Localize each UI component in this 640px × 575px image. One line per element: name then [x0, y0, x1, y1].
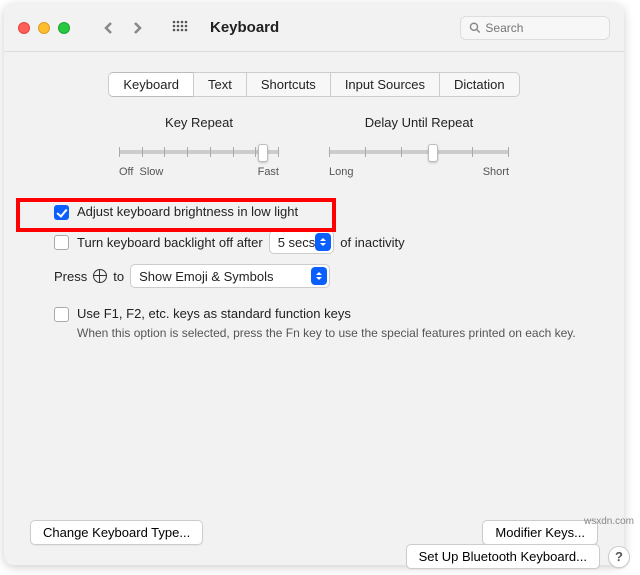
change-keyboard-type-button[interactable]: Change Keyboard Type... [30, 520, 203, 545]
tab-shortcuts[interactable]: Shortcuts [246, 72, 331, 97]
bluetooth-keyboard-button[interactable]: Set Up Bluetooth Keyboard... [406, 544, 600, 569]
tab-text[interactable]: Text [193, 72, 247, 97]
delay-group: Delay Until Repeat Long Short [329, 115, 509, 178]
show-all-icon[interactable] [170, 18, 190, 38]
press-label: Press [54, 269, 87, 284]
help-button[interactable]: ? [608, 546, 630, 568]
preferences-window: Keyboard Keyboard Text Shortcuts Input S… [4, 4, 624, 565]
titlebar: Keyboard [4, 4, 624, 52]
adjust-brightness-checkbox[interactable] [54, 205, 69, 220]
delay-short-label: Short [483, 166, 509, 178]
press-globe-row: Press to Show Emoji & Symbols [24, 264, 604, 288]
sliders-row: Key Repeat Off Slow Fast Delay Until Rep… [24, 115, 604, 178]
bottom-toolbar: Set Up Bluetooth Keyboard... ? [406, 544, 630, 569]
tab-dictation[interactable]: Dictation [439, 72, 520, 97]
adjust-brightness-row: Adjust keyboard brightness in low light [54, 204, 594, 220]
search-input[interactable] [485, 21, 601, 35]
search-icon [469, 21, 480, 34]
tab-input-sources[interactable]: Input Sources [330, 72, 440, 97]
back-button[interactable] [96, 15, 122, 41]
select-arrows-icon [315, 233, 331, 251]
window-title: Keyboard [210, 19, 279, 36]
to-label: to [113, 269, 124, 284]
fn-keys-description: When this option is selected, press the … [77, 325, 576, 342]
globe-action-select[interactable]: Show Emoji & Symbols [130, 264, 330, 288]
backlight-duration-select[interactable]: 5 secs [269, 230, 335, 254]
backlight-off-suffix: of inactivity [340, 235, 404, 250]
zoom-icon[interactable] [58, 22, 70, 34]
options-section: Adjust keyboard brightness in low light … [24, 204, 604, 264]
minimize-icon[interactable] [38, 22, 50, 34]
fn-keys-checkbox[interactable] [54, 307, 69, 322]
key-repeat-off-label: Off [119, 166, 133, 178]
close-icon[interactable] [18, 22, 30, 34]
globe-action-value: Show Emoji & Symbols [139, 269, 273, 284]
key-repeat-fast-label: Fast [258, 166, 279, 178]
select-arrows-icon [311, 267, 327, 285]
watermark-text: wsxdn.com [584, 516, 634, 527]
modifier-keys-button[interactable]: Modifier Keys... [482, 520, 598, 545]
delay-slider[interactable] [329, 142, 509, 162]
nav-buttons [96, 15, 150, 41]
key-repeat-slider[interactable] [119, 142, 279, 162]
pane-body: Keyboard Text Shortcuts Input Sources Di… [4, 52, 624, 565]
backlight-duration-value: 5 secs [278, 235, 316, 250]
tab-keyboard[interactable]: Keyboard [108, 72, 194, 97]
adjust-brightness-label: Adjust keyboard brightness in low light [77, 204, 298, 219]
fn-keys-row: Use F1, F2, etc. keys as standard functi… [54, 306, 594, 342]
delay-title: Delay Until Repeat [329, 115, 509, 130]
key-repeat-group: Key Repeat Off Slow Fast [119, 115, 279, 178]
key-repeat-title: Key Repeat [119, 115, 279, 130]
key-repeat-slow-label: Slow [139, 166, 257, 178]
fn-keys-label: Use F1, F2, etc. keys as standard functi… [77, 306, 351, 321]
backlight-off-prefix: Turn keyboard backlight off after [77, 235, 263, 250]
delay-long-label: Long [329, 166, 353, 178]
search-field[interactable] [460, 16, 610, 40]
window-controls [18, 22, 70, 34]
globe-icon [93, 269, 107, 283]
tab-bar: Keyboard Text Shortcuts Input Sources Di… [108, 72, 519, 97]
backlight-off-row: Turn keyboard backlight off after 5 secs… [54, 230, 594, 254]
backlight-off-checkbox[interactable] [54, 235, 69, 250]
forward-button[interactable] [124, 15, 150, 41]
